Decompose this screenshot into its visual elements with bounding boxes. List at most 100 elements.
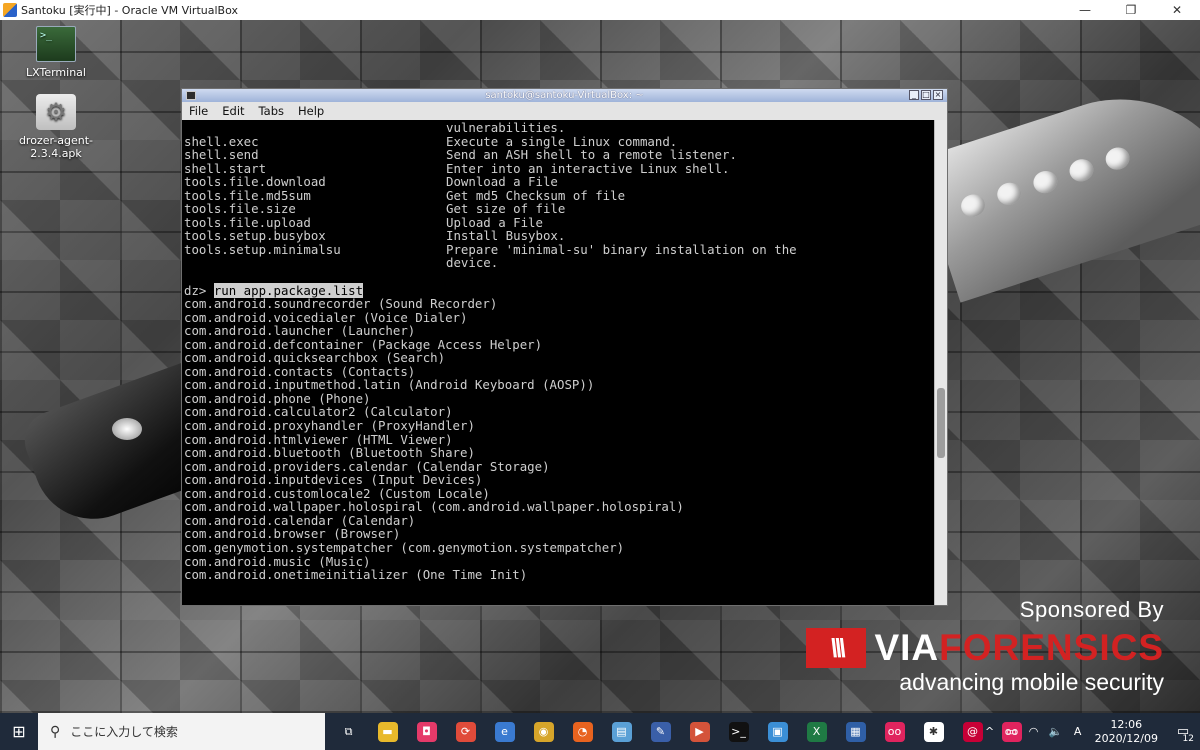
taskbar-app-button[interactable]: ⧉ <box>329 713 368 750</box>
terminal-module-line: shell.start Enter into an interactive Lin… <box>184 161 936 176</box>
desktop-icon-drozer-apk[interactable]: ⚙ drozer-agent-2.3.4.apk <box>16 94 96 160</box>
desktop-icon-lxterminal[interactable]: >_ LXTerminal <box>16 26 96 79</box>
slack-icon: ✱ <box>923 721 944 742</box>
tray-chevron-icon[interactable]: ^ <box>979 725 1001 738</box>
gear-icon: ⚙ <box>36 94 76 130</box>
package-list-line: com.android.soundrecorder (Sound Recorde… <box>184 296 498 312</box>
taskbar-app-button[interactable]: ▬ <box>368 713 407 750</box>
package-list-line: com.genymotion.systempatcher (com.genymo… <box>184 539 625 555</box>
module-command: tools.file.download <box>184 174 326 190</box>
taskbar-app-button[interactable]: ◘ <box>407 713 446 750</box>
module-description: Prepare 'minimal-su' binary installation… <box>446 241 797 257</box>
taskbar-app-button[interactable]: e <box>485 713 524 750</box>
taskbar-app-button[interactable]: ◉ <box>524 713 563 750</box>
sponsor-tagline: advancing mobile security <box>899 669 1164 695</box>
package-list-line: com.android.quicksearchbox (Search) <box>184 350 446 366</box>
taskbar-app-button[interactable]: ▦ <box>836 713 875 750</box>
photos-app-icon: ▣ <box>767 721 788 742</box>
edge-legacy-icon: e <box>494 721 515 742</box>
terminal-module-line: shell.exec Execute a single Linux command… <box>184 133 936 149</box>
sponsor-banner: Sponsored By \\\ VIA FORENSICS advancing … <box>806 597 1164 696</box>
flickr-app-icon: oo <box>884 721 905 742</box>
terminal-module-line: device. <box>184 256 936 270</box>
module-command: tools.file.size <box>184 201 296 217</box>
package-list-line: com.android.browser (Browser) <box>184 526 401 542</box>
notification-count: 12 <box>1182 734 1194 744</box>
task-view-icon: ⧉ <box>344 724 353 738</box>
terminal-module-line: tools.file.size Get size of file <box>184 202 936 216</box>
taskbar-app-button[interactable]: ◔ <box>563 713 602 750</box>
tray-ime-icon[interactable]: A <box>1067 725 1089 738</box>
notification-center-button[interactable]: ▭ 12 <box>1166 713 1200 750</box>
knife-rivet <box>112 418 142 440</box>
package-list-line: com.android.phone (Phone) <box>184 390 371 406</box>
module-description: device. <box>446 255 499 271</box>
package-list-line: com.android.music (Music) <box>184 553 371 569</box>
package-list-line: com.android.voicedialer (Voice Dialer) <box>184 309 468 325</box>
chrome-icon: ◉ <box>533 721 554 742</box>
slides-app-icon: ▶ <box>689 721 710 742</box>
terminal-maximize-button[interactable]: □ <box>921 90 931 100</box>
module-command: shell.send <box>184 147 259 163</box>
package-list-line: com.android.launcher (Launcher) <box>184 323 416 339</box>
package-list-line: com.android.htmlviewer (HTML Viewer) <box>184 431 453 447</box>
tray-volume-icon[interactable]: 🔈 <box>1045 725 1067 738</box>
terminal-module-line: tools.setup.minimalsu Prepare 'minimal-su… <box>184 243 936 257</box>
lxterminal-window: santoku@santoku-VirtualBox: ~ _ □ × File… <box>181 88 948 606</box>
module-command: tools.file.md5sum <box>184 187 311 203</box>
taskbar-app-button[interactable]: >_ <box>719 713 758 750</box>
brand-via: VIA <box>874 627 940 668</box>
restore-button[interactable]: ❐ <box>1108 0 1154 20</box>
terminal-module-line: vulnerabilities. <box>184 121 936 135</box>
terminal-titlebar[interactable]: santoku@santoku-VirtualBox: ~ _ □ × <box>182 89 947 102</box>
terminal-close-button[interactable]: × <box>933 90 943 100</box>
terminal-module-line: tools.file.md5sum Get md5 Checksum of fil… <box>184 187 936 203</box>
taskbar-app-button[interactable]: ⟳ <box>446 713 485 750</box>
taskbar-app-button[interactable]: ▶ <box>680 713 719 750</box>
package-list-line: com.android.providers.calendar (Calendar… <box>184 458 550 474</box>
terminal-scrollbar[interactable] <box>934 120 947 605</box>
pen-app-icon: ✎ <box>650 721 671 742</box>
file-explorer-icon: ▬ <box>377 721 398 742</box>
terminal-minimize-button[interactable]: _ <box>909 90 919 100</box>
viaforensics-logo-mark: \\\ <box>806 628 867 668</box>
scrollbar-thumb[interactable] <box>937 388 945 458</box>
taskbar-app-button[interactable]: ▣ <box>758 713 797 750</box>
menu-edit[interactable]: Edit <box>215 104 251 118</box>
desktop-icon-label: LXTerminal <box>26 66 86 79</box>
taskbar-app-button[interactable]: X <box>797 713 836 750</box>
clock-date: 2020/12/09 <box>1094 731 1158 745</box>
taskbar-clock[interactable]: 12:06 2020/12/09 <box>1095 718 1158 746</box>
taskbar-search-box[interactable]: ⚲ ここに入力して検索 <box>38 713 325 750</box>
taskbar-app-button[interactable]: oo <box>875 713 914 750</box>
system-tray: ^ ▭ ◠ 🔈 A 12:06 2020/12/09 ▭ 12 <box>979 713 1200 750</box>
close-button[interactable]: ✕ <box>1154 0 1200 20</box>
package-list-line: com.android.wallpaper.holospiral (com.an… <box>184 499 684 515</box>
module-command: shell.exec <box>184 133 259 149</box>
red-app-icon: ◘ <box>416 721 437 742</box>
menu-tabs[interactable]: Tabs <box>252 104 291 118</box>
sponsored-by-text: Sponsored By <box>1019 597 1164 622</box>
package-list-line: com.android.calculator2 (Calculator) <box>184 404 453 420</box>
brand-forensics: FORENSICS <box>939 627 1164 668</box>
taskbar-pinned-apps: ⧉ ▬ ◘ ⟳ e ◉ ◔ ▤ ✎ ▶ >_ ▣ X ▦ oo ✱ @ oo <box>329 713 1031 750</box>
package-list-line: com.android.bluetooth (Bluetooth Share) <box>184 445 475 461</box>
windows-taskbar: ⊞ ⚲ ここに入力して検索 ⧉ ▬ ◘ ⟳ e ◉ ◔ ▤ ✎ ▶ >_ ▣ X ▦ oo ✱ @ oo ^ ▭ … <box>0 713 1200 750</box>
taskbar-app-button[interactable]: ▤ <box>602 713 641 750</box>
menu-file[interactable]: File <box>182 104 215 118</box>
tray-wifi-icon[interactable]: ◠ <box>1023 725 1045 738</box>
excel-icon: X <box>806 721 827 742</box>
menu-help[interactable]: Help <box>291 104 331 118</box>
search-placeholder: ここに入力して検索 <box>70 725 178 739</box>
package-list-line: com.android.onetimeinitializer (One Time… <box>184 567 528 583</box>
windows-start-button[interactable]: ⊞ <box>0 713 38 750</box>
taskbar-app-button[interactable]: ✱ <box>914 713 953 750</box>
terminal-output[interactable]: vulnerabilities. shell.exec Execute a sing… <box>182 120 936 605</box>
guest-desktop: >_ LXTerminal ⚙ drozer-agent-2.3.4.apk s… <box>0 20 1200 713</box>
minimize-button[interactable]: — <box>1062 0 1108 20</box>
taskbar-app-button[interactable]: ✎ <box>641 713 680 750</box>
window-title: Santoku [実行中] - Oracle VM VirtualBox <box>21 4 238 17</box>
package-list-line: com.android.calendar (Calendar) <box>184 512 416 528</box>
tray-battery-icon[interactable]: ▭ <box>1001 725 1023 738</box>
